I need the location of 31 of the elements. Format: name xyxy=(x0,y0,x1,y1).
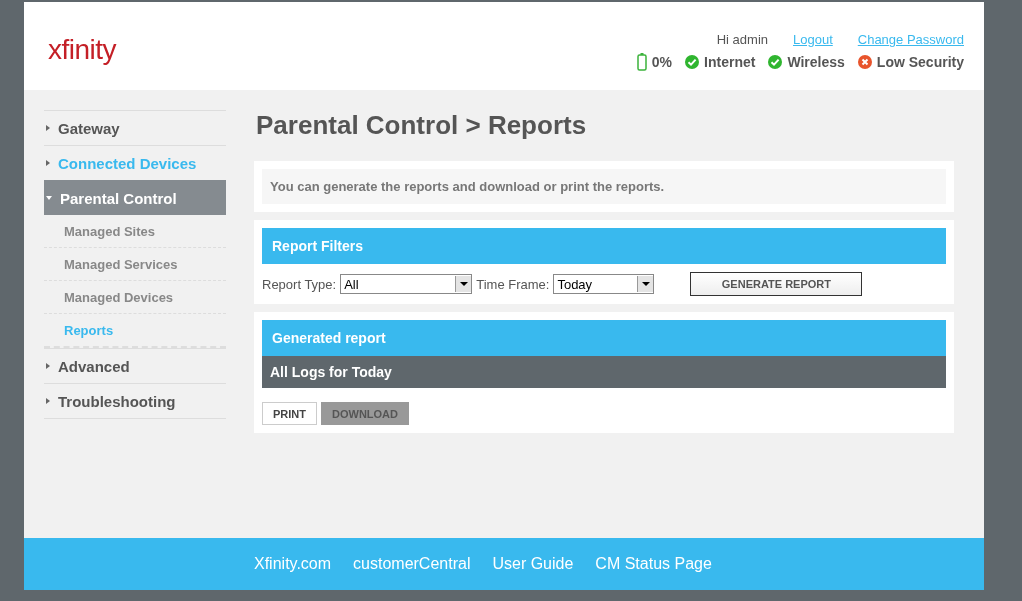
logo[interactable]: xfinity xyxy=(48,34,117,68)
report-button[interactable]: PRINT xyxy=(262,402,317,425)
generate-report-button[interactable]: GENERATE REPORT xyxy=(690,272,863,296)
field-label: Time Frame: xyxy=(476,276,550,292)
status-label: 0% xyxy=(651,54,673,70)
status-label: Internet xyxy=(704,54,756,70)
sidebar-subitem[interactable]: Managed Sites xyxy=(44,215,226,248)
sidebar-subitem[interactable]: Reports xyxy=(44,314,226,348)
field-label: Report Type: xyxy=(262,276,337,292)
sidebar-item[interactable]: Troubleshooting xyxy=(44,383,226,419)
footer-link[interactable]: User Guide xyxy=(492,555,574,573)
report-subheader: All Logs for Today xyxy=(262,356,946,388)
sidebar-item[interactable]: Advanced xyxy=(44,348,226,383)
status-label: Wireless xyxy=(787,54,845,70)
intro-text: You can generate the reports and download or print the reports. xyxy=(262,169,946,204)
greeting: Hi admin xyxy=(716,32,768,47)
report-type-select[interactable]: All xyxy=(340,274,473,294)
header-link[interactable]: Logout xyxy=(793,32,833,47)
section-header: Report Filters xyxy=(262,228,946,264)
status-label: Low Security xyxy=(876,54,964,70)
section-header: Generated report xyxy=(262,320,946,356)
sidebar-subitem[interactable]: Managed Devices xyxy=(44,281,226,314)
time-frame-select[interactable]: Today xyxy=(553,274,655,294)
footer-link[interactable]: CM Status Page xyxy=(595,555,712,573)
sidebar-subitem[interactable]: Managed Services xyxy=(44,248,226,281)
footer-link[interactable]: Xfinity.com xyxy=(254,555,332,573)
footer-link[interactable]: customerCentral xyxy=(353,555,471,573)
sidebar-item[interactable]: Parental Control xyxy=(44,180,226,215)
page-title: Parental Control > Reports xyxy=(256,110,588,141)
sidebar-item[interactable]: Gateway xyxy=(44,110,226,145)
header-link[interactable]: Change Password xyxy=(857,32,964,47)
